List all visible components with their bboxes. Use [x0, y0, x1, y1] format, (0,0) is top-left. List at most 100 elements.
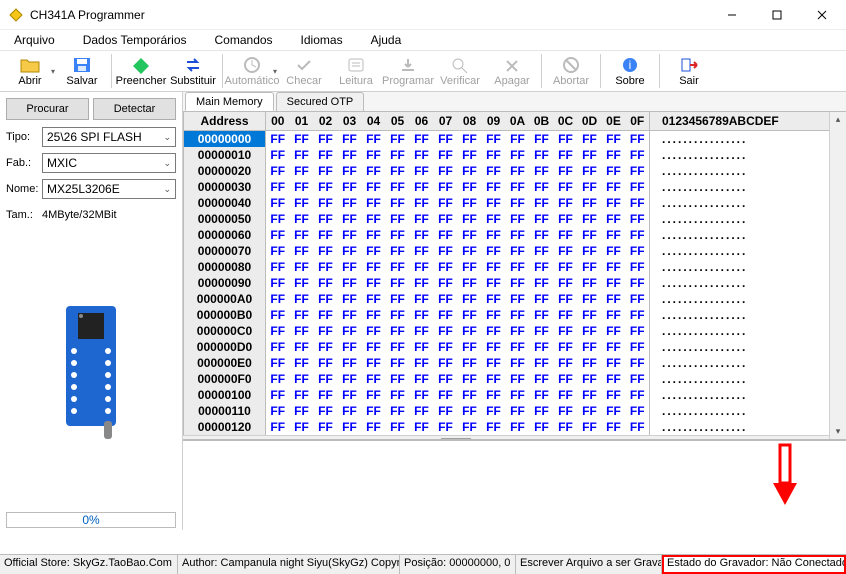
hex-byte-cell[interactable]: FF	[410, 163, 434, 179]
hex-byte-cell[interactable]: FF	[554, 211, 578, 227]
hex-byte-cell[interactable]: FF	[434, 259, 458, 275]
hex-byte-cell[interactable]: FF	[458, 259, 482, 275]
hex-byte-cell[interactable]: FF	[410, 131, 434, 148]
hex-byte-cell[interactable]: FF	[458, 179, 482, 195]
hex-byte-cell[interactable]: FF	[338, 371, 362, 387]
hex-byte-cell[interactable]: FF	[482, 371, 506, 387]
hex-byte-cell[interactable]: FF	[482, 323, 506, 339]
hex-byte-cell[interactable]: FF	[482, 355, 506, 371]
hex-byte-cell[interactable]: FF	[458, 227, 482, 243]
hex-byte-cell[interactable]: FF	[290, 339, 314, 355]
hex-byte-cell[interactable]: FF	[386, 227, 410, 243]
hex-byte-cell[interactable]: FF	[338, 419, 362, 435]
hex-byte-cell[interactable]: FF	[458, 275, 482, 291]
hex-byte-cell[interactable]: FF	[458, 163, 482, 179]
hex-row[interactable]: 00000120FFFFFFFFFFFFFFFFFFFFFFFFFFFFFFFF…	[184, 419, 830, 435]
hex-byte-cell[interactable]: FF	[530, 355, 554, 371]
hex-byte-cell[interactable]: FF	[386, 275, 410, 291]
hex-byte-cell[interactable]: FF	[314, 163, 338, 179]
hex-row[interactable]: 000000D0FFFFFFFFFFFFFFFFFFFFFFFFFFFFFFFF…	[184, 339, 830, 355]
hex-byte-cell[interactable]: FF	[530, 291, 554, 307]
fab-select[interactable]: MXIC⌄	[42, 153, 176, 173]
hex-byte-cell[interactable]: FF	[458, 307, 482, 323]
hex-byte-cell[interactable]: FF	[290, 323, 314, 339]
hex-byte-cell[interactable]: FF	[530, 243, 554, 259]
hex-byte-cell[interactable]: FF	[314, 147, 338, 163]
hex-byte-cell[interactable]: FF	[314, 195, 338, 211]
hex-row[interactable]: 000000F0FFFFFFFFFFFFFFFFFFFFFFFFFFFFFFFF…	[184, 371, 830, 387]
hex-byte-cell[interactable]: FF	[362, 339, 386, 355]
apagar-button[interactable]: Apagar	[486, 51, 538, 91]
hex-byte-cell[interactable]: FF	[554, 259, 578, 275]
hex-row[interactable]: 00000090FFFFFFFFFFFFFFFFFFFFFFFFFFFFFFFF…	[184, 275, 830, 291]
hex-byte-cell[interactable]: FF	[266, 291, 290, 307]
hex-byte-cell[interactable]: FF	[458, 195, 482, 211]
menu-ajuda[interactable]: Ajuda	[367, 31, 406, 49]
hex-byte-cell[interactable]: FF	[626, 419, 650, 435]
hex-byte-cell[interactable]: FF	[290, 419, 314, 435]
hex-byte-cell[interactable]: FF	[458, 403, 482, 419]
hex-byte-cell[interactable]: FF	[362, 227, 386, 243]
hex-byte-cell[interactable]: FF	[530, 227, 554, 243]
hex-byte-cell[interactable]: FF	[434, 147, 458, 163]
hex-byte-cell[interactable]: FF	[386, 355, 410, 371]
abortar-button[interactable]: Abortar	[545, 51, 597, 91]
hex-byte-cell[interactable]: FF	[434, 403, 458, 419]
preencher-button[interactable]: Preencher	[115, 51, 167, 91]
hex-byte-cell[interactable]: FF	[458, 243, 482, 259]
hex-byte-cell[interactable]: FF	[602, 179, 626, 195]
hex-byte-cell[interactable]: FF	[554, 387, 578, 403]
hex-byte-cell[interactable]: FF	[314, 243, 338, 259]
hex-byte-cell[interactable]: FF	[434, 195, 458, 211]
hex-byte-cell[interactable]: FF	[362, 403, 386, 419]
hex-byte-cell[interactable]: FF	[458, 211, 482, 227]
hex-byte-cell[interactable]: FF	[554, 163, 578, 179]
hex-byte-cell[interactable]: FF	[434, 211, 458, 227]
hex-byte-cell[interactable]: FF	[482, 195, 506, 211]
hex-byte-cell[interactable]: FF	[506, 195, 530, 211]
hex-byte-cell[interactable]: FF	[602, 291, 626, 307]
menu-arquivo[interactable]: Arquivo	[10, 31, 59, 49]
hex-byte-cell[interactable]: FF	[266, 211, 290, 227]
hex-byte-cell[interactable]: FF	[290, 307, 314, 323]
hex-byte-cell[interactable]: FF	[626, 323, 650, 339]
hex-byte-cell[interactable]: FF	[602, 403, 626, 419]
hex-byte-cell[interactable]: FF	[506, 259, 530, 275]
hex-byte-cell[interactable]: FF	[314, 211, 338, 227]
hex-byte-cell[interactable]: FF	[290, 131, 314, 148]
hex-byte-cell[interactable]: FF	[482, 403, 506, 419]
hex-byte-cell[interactable]: FF	[578, 291, 602, 307]
hex-byte-cell[interactable]: FF	[386, 403, 410, 419]
hex-byte-cell[interactable]: FF	[602, 323, 626, 339]
hex-byte-cell[interactable]: FF	[626, 163, 650, 179]
substituir-button[interactable]: Substituir	[167, 51, 219, 91]
hex-byte-cell[interactable]: FF	[434, 419, 458, 435]
hex-byte-cell[interactable]: FF	[434, 387, 458, 403]
hex-byte-cell[interactable]: FF	[506, 387, 530, 403]
hex-byte-cell[interactable]: FF	[290, 163, 314, 179]
hex-byte-cell[interactable]: FF	[530, 131, 554, 148]
close-button[interactable]	[799, 1, 844, 29]
hex-byte-cell[interactable]: FF	[434, 163, 458, 179]
hex-byte-cell[interactable]: FF	[626, 339, 650, 355]
hex-row[interactable]: 00000110FFFFFFFFFFFFFFFFFFFFFFFFFFFFFFFF…	[184, 403, 830, 419]
hex-byte-cell[interactable]: FF	[578, 355, 602, 371]
hex-byte-cell[interactable]: FF	[386, 147, 410, 163]
hex-byte-cell[interactable]: FF	[578, 147, 602, 163]
hex-byte-cell[interactable]: FF	[506, 403, 530, 419]
hex-byte-cell[interactable]: FF	[338, 227, 362, 243]
hex-byte-cell[interactable]: FF	[266, 339, 290, 355]
hex-byte-cell[interactable]: FF	[554, 371, 578, 387]
hex-row[interactable]: 00000010FFFFFFFFFFFFFFFFFFFFFFFFFFFFFFFF…	[184, 147, 830, 163]
hex-byte-cell[interactable]: FF	[602, 307, 626, 323]
hex-byte-cell[interactable]: FF	[626, 403, 650, 419]
hex-byte-cell[interactable]: FF	[458, 387, 482, 403]
hex-byte-cell[interactable]: FF	[626, 291, 650, 307]
hex-byte-cell[interactable]: FF	[338, 211, 362, 227]
hex-byte-cell[interactable]: FF	[458, 323, 482, 339]
hex-byte-cell[interactable]: FF	[554, 131, 578, 148]
hex-byte-cell[interactable]: FF	[386, 195, 410, 211]
hex-byte-cell[interactable]: FF	[338, 259, 362, 275]
hex-byte-cell[interactable]: FF	[338, 307, 362, 323]
hex-byte-cell[interactable]: FF	[578, 131, 602, 148]
